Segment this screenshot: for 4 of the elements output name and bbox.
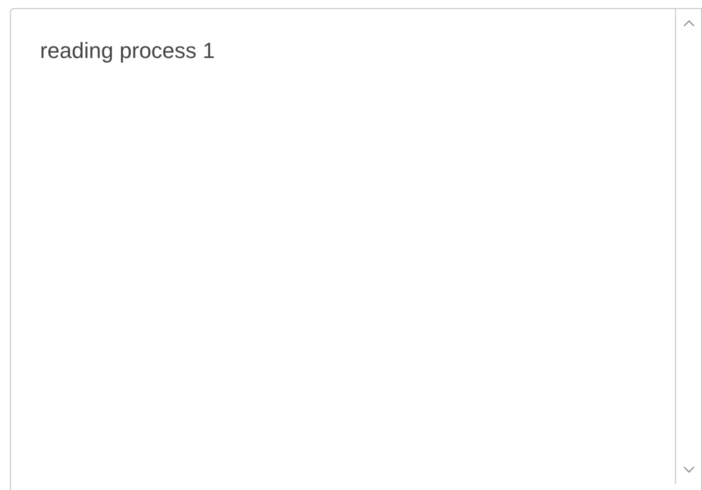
scroll-down-icon[interactable] [682, 466, 694, 474]
scroll-up-icon[interactable] [682, 19, 694, 27]
text-value: reading process 1 [40, 38, 215, 63]
text-area[interactable]: reading process 1 [10, 8, 702, 490]
